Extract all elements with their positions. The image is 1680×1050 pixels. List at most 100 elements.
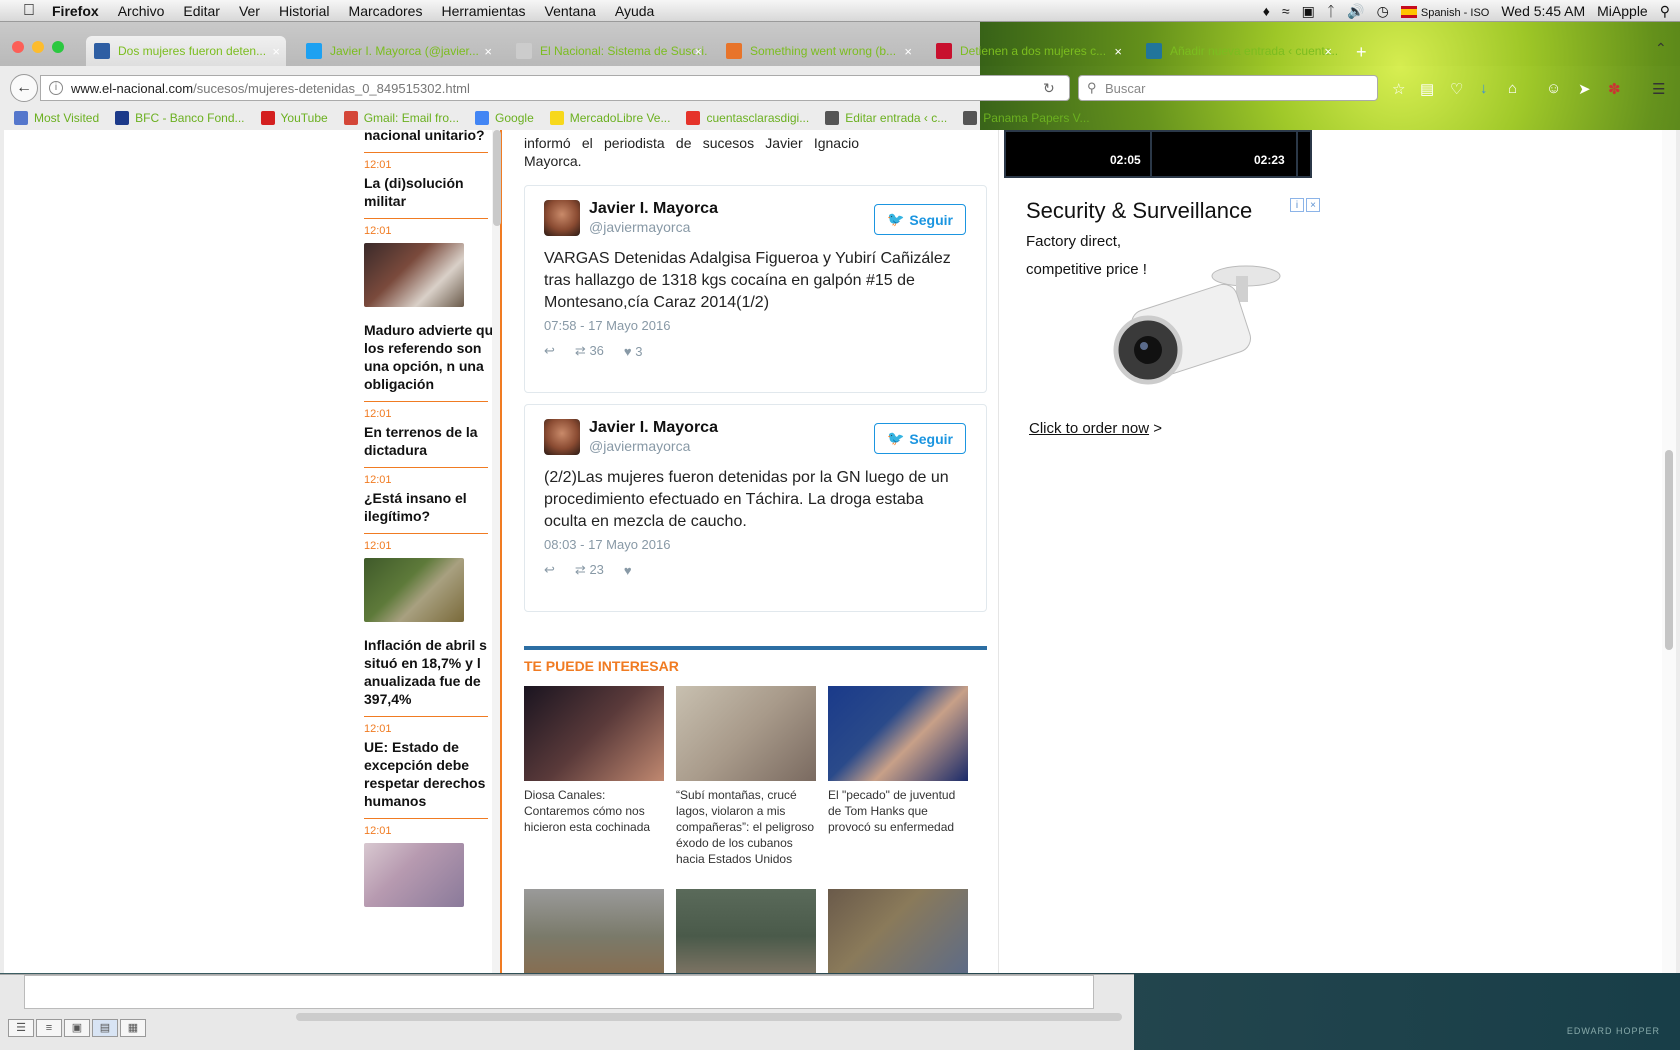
related-image[interactable] [828,889,968,973]
like-button[interactable]: ♥ [624,563,632,578]
menu-archivo[interactable]: Archivo [118,3,165,19]
news-title[interactable]: UE: Estado de excepción debe respetar de… [364,738,488,810]
reading-list-icon[interactable]: ▤ [1420,80,1434,98]
close-tab-icon[interactable]: × [904,44,912,59]
tab-el-nacional-active[interactable]: Dos mujeres fueron deten... × [86,36,286,66]
tweet-date[interactable]: 07:58 - 17 Mayo 2016 [544,318,967,333]
avatar[interactable] [544,200,580,236]
related-image[interactable] [676,889,816,973]
news-title[interactable]: nacional unitario? [364,130,488,144]
related-card[interactable]: El "pecado" de juventud de Tom Hanks que… [828,686,968,835]
news-item[interactable]: 12:01 ¿Está insano el ilegítimo? [364,468,488,534]
related-image[interactable] [676,686,816,781]
news-item[interactable]: 12:01 [364,819,488,929]
ad-cta-link[interactable]: Click to order now > [1029,420,1162,437]
reload-icon[interactable]: ↻ [1043,80,1055,97]
advertisement[interactable]: i × Security & Surveillance Factory direc… [1026,198,1320,458]
embedded-tweet[interactable]: Javier I. Mayorca @javiermayorca 🐦 Seguir… [524,404,987,612]
bookmark-panama-papers[interactable]: Panama Papers V... [963,111,1090,125]
close-tab-icon[interactable]: × [1324,44,1332,59]
user-menu[interactable]: MiApple [1597,3,1648,19]
news-title[interactable]: Maduro advierte que los referendo son un… [364,321,504,393]
hamburger-menu-icon[interactable]: ☰ [1652,80,1665,98]
site-info-icon[interactable]: i [49,81,63,95]
tweet-author-handle[interactable]: @javiermayorca [589,438,718,454]
news-column-scrollbar[interactable] [492,130,502,973]
wifi-icon[interactable]: ≈ [1282,3,1290,19]
follow-button[interactable]: 🐦 Seguir [874,423,966,454]
menu-ventana[interactable]: Ventana [545,3,596,19]
close-tab-icon[interactable]: × [1114,44,1122,59]
scrollbar-thumb[interactable] [1665,450,1673,650]
home-icon[interactable]: ⌂ [1508,80,1517,97]
tweet-author-handle[interactable]: @javiermayorca [589,219,718,235]
app-menu[interactable]: Firefox [52,3,99,19]
bookmark-youtube[interactable]: YouTube [260,111,328,125]
related-card[interactable] [676,889,816,973]
tab-suscripcion[interactable]: El Nacional: Sistema de Suscri... × [508,36,708,66]
reply-icon[interactable]: ↩ [544,562,555,578]
time-machine-icon[interactable]: ◷ [1377,3,1389,20]
icon-view-icon[interactable]: ▣ [64,1019,90,1037]
menu-ayuda[interactable]: Ayuda [615,3,654,19]
dropbox-icon[interactable]: ♦ [1263,3,1270,19]
like-button[interactable]: ♥ 3 [624,344,643,359]
follow-button[interactable]: 🐦 Seguir [874,204,966,235]
minimize-window-button[interactable] [32,41,44,53]
video-duration[interactable]: 02:23 [1254,153,1285,167]
news-title[interactable]: ¿Está insano el ilegítimo? [364,489,488,525]
tab-error[interactable]: Something went wrong (b... × [718,36,918,66]
spotlight-icon[interactable]: ⚲ [1660,3,1670,20]
ad-close-icon[interactable]: × [1306,198,1320,212]
news-thumbnail[interactable] [364,243,464,307]
avatar[interactable] [544,419,580,455]
input-source[interactable]: Spanish - ISO [1400,3,1489,19]
bookmark-editar-entrada[interactable]: Editar entrada ‹ c... [825,111,947,125]
clock[interactable]: Wed 5:45 AM [1501,3,1585,19]
menu-herramientas[interactable]: Herramientas [441,3,525,19]
bluetooth-icon[interactable]: ᛏ [1327,3,1335,19]
back-button[interactable]: ← [10,74,38,102]
bookmark-mercadolibre[interactable]: MercadoLibre Ve... [549,111,670,125]
news-title[interactable]: En terrenos de la dictadura [364,423,488,459]
page-scrollbar[interactable] [1662,130,1676,973]
related-caption[interactable]: Diosa Canales: Contaremos cómo nos hicie… [524,787,664,835]
news-thumbnail[interactable] [364,558,464,622]
zoom-window-button[interactable] [52,41,64,53]
tab-list-icon[interactable]: ⌃ [1655,40,1667,57]
close-tab-icon[interactable]: × [484,44,492,59]
news-item[interactable]: 12:01 Inflación de abril s situó en 18,7… [364,534,488,717]
close-tab-icon[interactable]: × [694,44,702,59]
tweet-author-name[interactable]: Javier I. Mayorca [589,200,718,218]
addon-icon[interactable]: ✽ [1608,80,1621,98]
scrollbar-thumb[interactable] [493,130,501,226]
cover-view-icon[interactable]: ▦ [120,1019,146,1037]
related-card[interactable]: “Subí montañas, crucé lagos, violaron a … [676,686,816,867]
send-icon[interactable]: ➤ [1578,80,1591,98]
display-icon[interactable]: ▣ [1302,3,1315,20]
related-image[interactable] [524,686,664,781]
tweet-date[interactable]: 08:03 - 17 Mayo 2016 [544,537,967,552]
ad-title[interactable]: Security & Surveillance [1026,198,1316,224]
news-title[interactable]: Inflación de abril s situó en 18,7% y l … [364,636,504,708]
news-item[interactable]: 12:01 UE: Estado de excepción debe respe… [364,717,488,819]
tab-wordpress[interactable]: Añadir nueva entrada ‹ cuenta... × [1138,36,1338,66]
video-playlist[interactable]: 02:05 02:23 [1004,130,1312,178]
ad-info-icon[interactable]: i [1290,198,1304,212]
emoji-icon[interactable]: ☺ [1546,80,1561,97]
video-duration[interactable]: 02:05 [1110,153,1141,167]
news-item[interactable]: 12:01 Maduro advierte que los referendo … [364,219,501,402]
retweet-button[interactable]: ⇄ 36 [575,343,604,359]
bookmark-gmail[interactable]: Gmail: Email fro... [343,111,459,125]
bookmark-google[interactable]: Google [475,111,534,125]
horizontal-scrollbar[interactable] [296,1013,1122,1021]
menu-historial[interactable]: Historial [279,3,330,19]
search-input[interactable]: ⚲ Buscar [1078,75,1378,101]
embedded-tweet[interactable]: Javier I. Mayorca @javiermayorca 🐦 Seguir… [524,185,987,393]
news-title[interactable]: La (di)solución militar [364,174,488,210]
pocket-icon[interactable]: ♡ [1450,80,1463,98]
close-tab-icon[interactable]: × [272,44,280,59]
related-card[interactable] [524,889,664,973]
volume-icon[interactable]: 🔊 [1347,3,1364,20]
bookmark-most-visited[interactable]: Most Visited [14,111,99,125]
